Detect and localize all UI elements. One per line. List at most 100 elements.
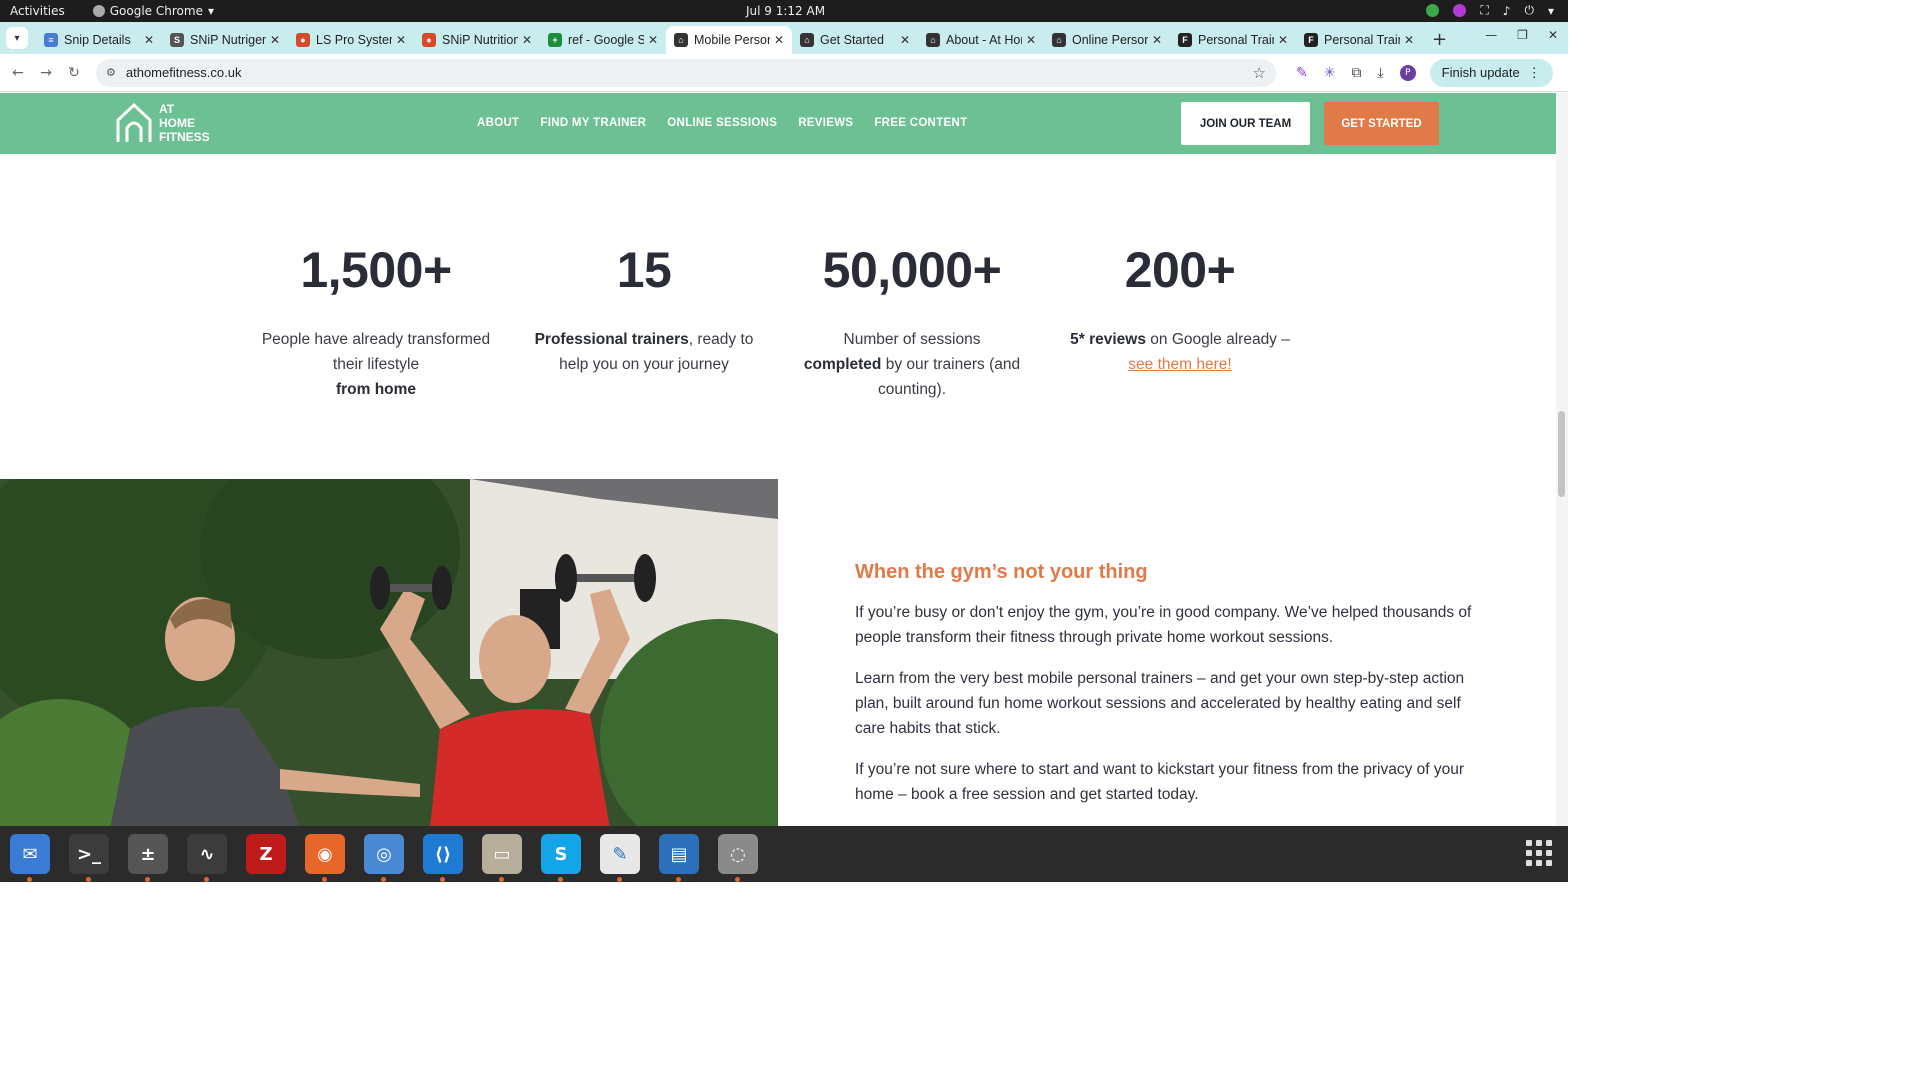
browser-tab[interactable]: ⌂ Mobile Personal ✕ bbox=[666, 26, 792, 54]
browser-tab[interactable]: S SNiP Nutrigenomics ✕ bbox=[162, 26, 288, 54]
finish-update-button[interactable]: Finish update ⋮ bbox=[1429, 58, 1553, 87]
forward-button[interactable]: → bbox=[32, 65, 60, 81]
text-editor-icon[interactable]: ✎ bbox=[600, 834, 640, 882]
close-window-icon[interactable]: ✕ bbox=[1548, 28, 1558, 42]
files-icon[interactable]: ▭ bbox=[482, 834, 522, 882]
stat-text: People have already transformed their li… bbox=[261, 331, 491, 373]
back-button[interactable]: ← bbox=[4, 65, 32, 81]
puzzle-extensions-icon[interactable]: ⧉ bbox=[1351, 65, 1361, 81]
snowflake-extension-icon[interactable]: ✳ bbox=[1324, 65, 1336, 81]
close-tab-icon[interactable]: ✕ bbox=[144, 33, 154, 47]
dock-glyph: ◉ bbox=[317, 843, 333, 865]
restore-icon[interactable]: ❐ bbox=[1517, 28, 1528, 42]
system-tray[interactable]: ⛶ ♪ ⏻ ▾ bbox=[1426, 3, 1554, 18]
app-menu[interactable]: Google Chrome ▾ bbox=[92, 4, 214, 18]
chrome-icon[interactable]: ◎ bbox=[364, 834, 404, 882]
close-tab-icon[interactable]: ✕ bbox=[648, 33, 658, 47]
tab-search-button[interactable]: ▾ bbox=[6, 27, 28, 49]
running-indicator bbox=[322, 877, 327, 882]
update-indicator-icon[interactable] bbox=[1426, 4, 1440, 17]
thunderbird-icon[interactable]: ✉ bbox=[10, 834, 50, 882]
new-tab-button[interactable]: + bbox=[1432, 29, 1447, 50]
activities-button[interactable]: Activities bbox=[10, 4, 65, 18]
running-indicator bbox=[676, 877, 681, 882]
show-apps-icon[interactable] bbox=[1526, 840, 1552, 866]
close-tab-icon[interactable]: ✕ bbox=[774, 33, 784, 47]
url-text[interactable]: athomefitness.co.uk bbox=[126, 65, 242, 80]
dock-glyph: ± bbox=[140, 843, 156, 865]
terminal-icon[interactable]: >_ bbox=[69, 834, 109, 882]
menu-item-online-sessions[interactable]: ONLINE SESSIONS bbox=[667, 117, 777, 129]
close-tab-icon[interactable]: ✕ bbox=[522, 33, 532, 47]
system-top-bar: Activities Google Chrome ▾ Jul 9 1:12 AM… bbox=[0, 0, 1568, 22]
running-indicator bbox=[204, 877, 209, 882]
stat-number: 15 bbox=[616, 242, 672, 298]
browser-tab[interactable]: ≡ Snip Details ✕ bbox=[36, 26, 162, 54]
tab-title: Personal Trainer bbox=[1198, 33, 1274, 47]
dock-glyph: ✎ bbox=[612, 843, 628, 865]
volume-icon[interactable]: ♪ bbox=[1503, 4, 1511, 18]
favicon-icon: ⌂ bbox=[926, 33, 940, 47]
favicon-icon: S bbox=[170, 33, 184, 47]
logo-line-2: HOME bbox=[159, 116, 195, 130]
see-reviews-link[interactable]: see them here! bbox=[1128, 356, 1231, 373]
browser-tab[interactable]: ⌂ Get Started ✕ bbox=[792, 26, 918, 54]
close-tab-icon[interactable]: ✕ bbox=[900, 33, 910, 47]
site-logo[interactable]: AT HOME FITNESS bbox=[115, 102, 210, 144]
tab-list: ≡ Snip Details ✕ S SNiP Nutrigenomics ✕ ● LS Pr… bbox=[36, 26, 1422, 54]
site-info-icon[interactable]: ⚙ bbox=[106, 66, 116, 79]
reload-button[interactable]: ↻ bbox=[60, 65, 88, 81]
trainer-photo bbox=[0, 479, 778, 826]
close-tab-icon[interactable]: ✕ bbox=[270, 33, 280, 47]
running-indicator bbox=[27, 877, 32, 882]
system-menu-arrow-icon[interactable]: ▾ bbox=[1548, 4, 1554, 18]
system-monitor-icon[interactable]: ∿ bbox=[187, 834, 227, 882]
close-tab-icon[interactable]: ✕ bbox=[396, 33, 406, 47]
running-indicator bbox=[558, 877, 563, 882]
menu-item-free-content[interactable]: FREE CONTENT bbox=[874, 117, 967, 129]
page-scrollbar[interactable] bbox=[1556, 93, 1568, 826]
close-tab-icon[interactable]: ✕ bbox=[1404, 33, 1414, 47]
favicon-icon: ⌂ bbox=[800, 33, 814, 47]
browser-tab[interactable]: F Personal Trainer ✕ bbox=[1170, 26, 1296, 54]
address-bar[interactable]: ⚙ athomefitness.co.uk ☆ bbox=[96, 58, 1276, 87]
network-icon[interactable]: ⛶ bbox=[1480, 3, 1488, 18]
browser-tab[interactable]: + ref - Google Sheets ✕ bbox=[540, 26, 666, 54]
vscode-icon[interactable]: ⟨⟩ bbox=[423, 834, 463, 882]
browser-tab[interactable]: ● SNiP Nutrition ✕ bbox=[414, 26, 540, 54]
extension-indicator-icon[interactable] bbox=[1453, 4, 1467, 17]
menu-item-reviews[interactable]: REVIEWS bbox=[798, 117, 853, 129]
browser-tab[interactable]: F Personal Trainer ✕ bbox=[1296, 26, 1422, 54]
running-indicator bbox=[617, 877, 622, 882]
stat-sessions: 50,000+ Number of sessions completed by … bbox=[792, 241, 1032, 402]
close-tab-icon[interactable]: ✕ bbox=[1152, 33, 1162, 47]
power-icon[interactable]: ⏻ bbox=[1524, 3, 1534, 18]
close-tab-icon[interactable]: ✕ bbox=[1026, 33, 1036, 47]
browser-tab[interactable]: ● LS Pro Systems ✕ bbox=[288, 26, 414, 54]
close-tab-icon[interactable]: ✕ bbox=[1278, 33, 1288, 47]
firefox-icon[interactable]: ◉ bbox=[305, 834, 345, 882]
browser-tab[interactable]: ⌂ Online Personal ✕ bbox=[1044, 26, 1170, 54]
menu-item-about[interactable]: ABOUT bbox=[477, 117, 519, 129]
disks-icon[interactable]: ◌ bbox=[718, 834, 758, 882]
join-our-team-button[interactable]: JOIN OUR TEAM bbox=[1181, 102, 1310, 145]
calculator-icon[interactable]: ± bbox=[128, 834, 168, 882]
scrollbar-thumb[interactable] bbox=[1558, 411, 1565, 497]
bookmark-star-icon[interactable]: ☆ bbox=[1253, 64, 1266, 82]
favicon-icon: + bbox=[548, 33, 562, 47]
favicon-icon: F bbox=[1178, 33, 1192, 47]
clock[interactable]: Jul 9 1:12 AM bbox=[746, 4, 825, 18]
skype-icon[interactable]: S bbox=[541, 834, 581, 882]
menu-item-find-my-trainer[interactable]: FIND MY TRAINER bbox=[540, 117, 646, 129]
filezilla-icon[interactable]: Z bbox=[246, 834, 286, 874]
pen-extension-icon[interactable]: ✎ bbox=[1296, 65, 1308, 81]
document-viewer-icon[interactable]: ▤ bbox=[659, 834, 699, 882]
downloads-icon[interactable]: ⤓ bbox=[1377, 65, 1383, 81]
minimize-icon[interactable]: — bbox=[1485, 28, 1497, 42]
profile-avatar[interactable]: P bbox=[1399, 64, 1416, 81]
stat-bold-text: Professional trainers bbox=[534, 331, 689, 348]
chevron-down-icon: ▾ bbox=[14, 32, 20, 44]
extensions-area: ✎ ✳ ⧉ ⤓ P bbox=[1296, 64, 1416, 81]
browser-tab[interactable]: ⌂ About - At Home ✕ bbox=[918, 26, 1044, 54]
get-started-button[interactable]: GET STARTED bbox=[1324, 102, 1439, 145]
